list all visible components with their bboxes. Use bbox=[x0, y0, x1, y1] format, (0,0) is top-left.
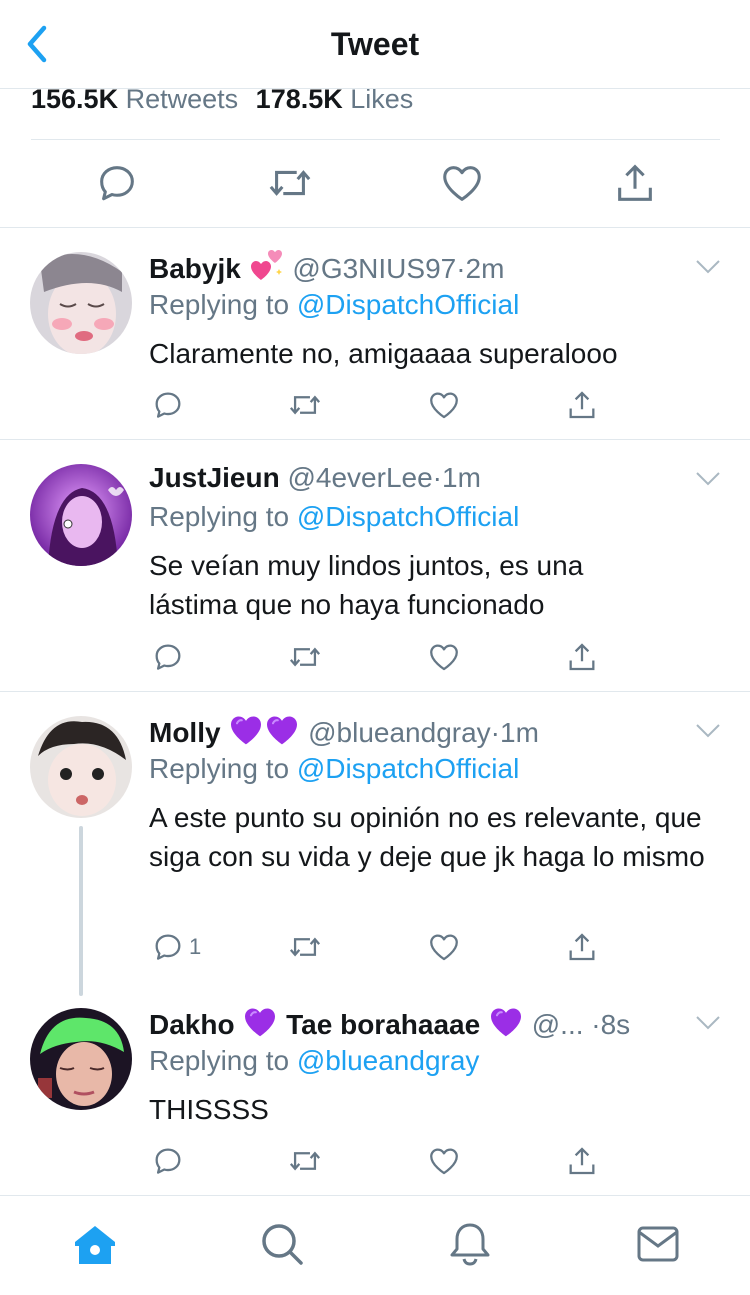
display-name[interactable]: Molly bbox=[149, 717, 221, 748]
tweet-text: Se veían muy lindos juntos, es una lásti… bbox=[149, 550, 584, 620]
share-icon[interactable] bbox=[565, 388, 599, 422]
reply-icon[interactable] bbox=[151, 930, 185, 964]
reply-icon[interactable] bbox=[151, 1144, 185, 1178]
display-name[interactable]: Dakho bbox=[149, 1009, 235, 1040]
chevron-down-icon[interactable] bbox=[694, 257, 722, 277]
user-handle[interactable]: @blueandgray bbox=[308, 717, 491, 748]
avatar[interactable] bbox=[30, 252, 132, 354]
like-icon[interactable] bbox=[439, 160, 485, 206]
reply-icon[interactable] bbox=[151, 640, 185, 674]
like-icon[interactable] bbox=[427, 930, 461, 964]
page-title: Tweet bbox=[330, 26, 420, 62]
reply-action-bar bbox=[149, 388, 609, 422]
display-name[interactable]: Babyjk bbox=[149, 253, 241, 284]
display-name-continued[interactable]: Tae borahaaae bbox=[286, 1009, 480, 1040]
separator: · bbox=[591, 1009, 601, 1040]
like-icon[interactable] bbox=[427, 640, 461, 674]
reply-tweet[interactable]: Dakho Tae borahaaae @... ·8s Replying to… bbox=[0, 984, 750, 1194]
replying-to: Replying to @DispatchOfficial bbox=[149, 751, 519, 787]
search-icon[interactable] bbox=[258, 1220, 306, 1268]
mention-link[interactable]: @DispatchOfficial bbox=[297, 501, 519, 532]
reply-action-bar bbox=[149, 640, 609, 674]
reply-tweet[interactable]: Molly @blueandgray·1m Replying to @Dispa… bbox=[0, 692, 750, 992]
replying-prefix: Replying to bbox=[149, 289, 290, 320]
reply-icon[interactable] bbox=[94, 160, 140, 206]
timestamp: 2m bbox=[465, 253, 505, 284]
tweet-text: THISSSS bbox=[149, 1094, 269, 1125]
separator: · bbox=[432, 462, 442, 493]
reply-header: Babyjk @G3NIUS97·2m bbox=[149, 248, 504, 287]
reply-count: 1 bbox=[189, 934, 202, 959]
mention-link[interactable]: @DispatchOfficial bbox=[297, 753, 519, 784]
avatar[interactable] bbox=[30, 464, 132, 566]
replying-prefix: Replying to bbox=[149, 753, 290, 784]
tweet-text: A este punto su opinión no es relevante,… bbox=[149, 802, 705, 872]
share-icon[interactable] bbox=[612, 160, 658, 206]
bottom-tab-bar bbox=[0, 1195, 750, 1295]
home-icon[interactable] bbox=[71, 1220, 119, 1268]
replying-to: Replying to @blueandgray bbox=[149, 1043, 479, 1079]
timestamp: 1m bbox=[442, 462, 481, 493]
retweet-icon[interactable] bbox=[288, 930, 322, 964]
share-icon[interactable] bbox=[565, 640, 599, 674]
display-name[interactable]: JustJieun bbox=[149, 462, 280, 493]
retweet-icon[interactable] bbox=[288, 1144, 322, 1178]
reply-action-bar: 1 bbox=[149, 930, 609, 964]
purple-heart-icon bbox=[242, 1004, 278, 1040]
retweet-icon[interactable] bbox=[267, 160, 313, 206]
avatar[interactable] bbox=[30, 716, 132, 818]
avatar[interactable] bbox=[30, 1008, 132, 1110]
retweet-icon[interactable] bbox=[288, 388, 322, 422]
share-icon[interactable] bbox=[565, 930, 599, 964]
timestamp: 8s bbox=[600, 1009, 631, 1040]
mention-link[interactable]: @DispatchOfficial bbox=[297, 289, 519, 320]
separator: · bbox=[490, 717, 500, 748]
user-handle[interactable]: @4everLee bbox=[287, 462, 432, 493]
user-handle[interactable]: @G3NIUS97 bbox=[292, 253, 456, 284]
purple-heart-icon bbox=[488, 1004, 524, 1040]
chevron-down-icon[interactable] bbox=[694, 1013, 722, 1033]
divider bbox=[31, 139, 720, 140]
chevron-down-icon[interactable] bbox=[694, 469, 722, 489]
purple-heart-icon bbox=[228, 712, 264, 748]
replying-to: Replying to @DispatchOfficial bbox=[149, 499, 519, 535]
notifications-icon[interactable] bbox=[446, 1220, 494, 1268]
mention-link[interactable]: @blueandgray bbox=[297, 1045, 480, 1076]
replying-prefix: Replying to bbox=[149, 1045, 290, 1076]
chevron-down-icon[interactable] bbox=[694, 721, 722, 741]
share-icon[interactable] bbox=[565, 1144, 599, 1178]
reply-tweet[interactable]: JustJieun @4everLee·1m Replying to @Disp… bbox=[0, 440, 750, 690]
like-icon[interactable] bbox=[427, 1144, 461, 1178]
top-nav-bar: Tweet bbox=[0, 0, 750, 89]
replying-prefix: Replying to bbox=[149, 501, 290, 532]
retweet-icon[interactable] bbox=[288, 640, 322, 674]
messages-icon[interactable] bbox=[634, 1220, 682, 1268]
reply-header: Dakho Tae borahaaae @... ·8s bbox=[149, 1004, 630, 1043]
replying-to: Replying to @DispatchOfficial bbox=[149, 287, 519, 323]
timestamp: 1m bbox=[500, 717, 539, 748]
tweet-text: Claramente no, amigaaaa superalooo bbox=[149, 338, 618, 369]
reply-tweet[interactable]: Babyjk @G3NIUS97·2m Replying to @Dispatc… bbox=[0, 228, 750, 438]
reply-icon[interactable] bbox=[151, 388, 185, 422]
separator: · bbox=[456, 253, 466, 284]
tweet-action-bar bbox=[0, 160, 750, 206]
purple-heart-icon bbox=[264, 712, 300, 748]
reply-header: Molly @blueandgray·1m bbox=[149, 712, 539, 751]
user-handle[interactable]: @... bbox=[532, 1009, 584, 1040]
reply-action-bar bbox=[149, 1144, 609, 1178]
like-icon[interactable] bbox=[427, 388, 461, 422]
reply-header: JustJieun @4everLee·1m bbox=[149, 460, 481, 496]
sparkling-hearts-icon bbox=[249, 248, 285, 284]
